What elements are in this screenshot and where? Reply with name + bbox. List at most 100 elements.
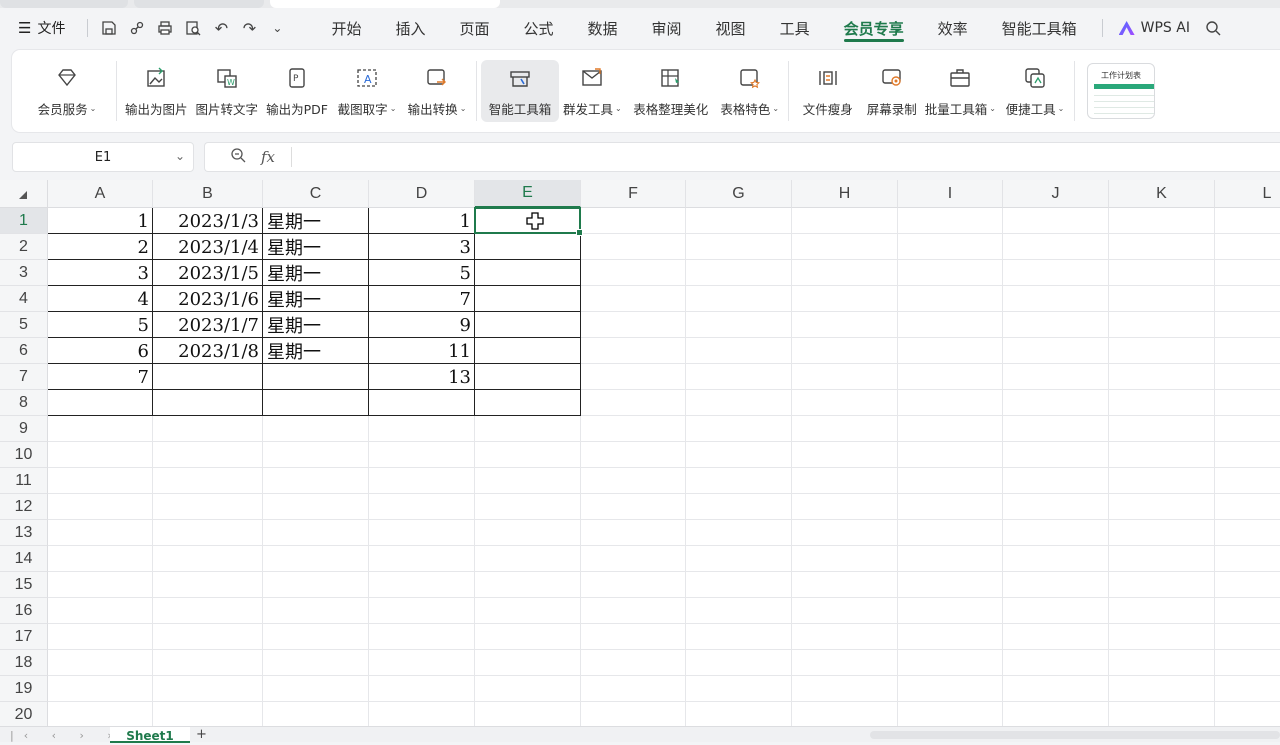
search-icon[interactable] (1200, 15, 1226, 41)
column-header-L[interactable]: L (1215, 180, 1280, 208)
cell-B3[interactable]: 2023/1/5 (153, 260, 263, 286)
print-icon[interactable] (152, 15, 178, 41)
cell-B1[interactable]: 2023/1/3 (153, 208, 263, 234)
row-header-9[interactable]: 9 (0, 416, 48, 442)
window-tab[interactable] (0, 0, 128, 8)
ribbon-button-2[interactable]: W 图片转文字 (192, 60, 263, 122)
cell-D7[interactable]: 13 (369, 364, 475, 390)
row-header-5[interactable]: 5 (0, 312, 48, 338)
cell-C2[interactable]: 星期一 (263, 234, 369, 260)
cell-B2[interactable]: 2023/1/4 (153, 234, 263, 260)
cell-A3[interactable]: 3 (48, 260, 153, 286)
tab-8[interactable]: 会员专享 (827, 8, 921, 48)
row-header-6[interactable]: 6 (0, 338, 48, 364)
column-header-B[interactable]: B (153, 180, 263, 208)
cell-C8[interactable] (263, 390, 369, 416)
cell-E7[interactable] (475, 364, 581, 390)
cell-A8[interactable] (48, 390, 153, 416)
spreadsheet-grid[interactable]: A B C D E F G H I J K L 1 2 3 4 5 6 7 8 9 10 11 12 13 14 15 16 17 18 1… (0, 180, 1280, 726)
row-header-1[interactable]: 1 (0, 208, 48, 234)
cell-B7[interactable] (153, 364, 263, 390)
select-all-corner[interactable] (0, 180, 48, 208)
cell-C5[interactable]: 星期一 (263, 312, 369, 338)
horizontal-scrollbar[interactable] (870, 731, 1280, 739)
add-sheet-button[interactable]: + (196, 727, 207, 742)
row-header-4[interactable]: 4 (0, 286, 48, 312)
tab-0[interactable]: 开始 (314, 8, 378, 48)
tab-9[interactable]: 效率 (921, 8, 985, 48)
cell-B6[interactable]: 2023/1/8 (153, 338, 263, 364)
chevron-down-icon[interactable]: ⌄ (264, 15, 290, 41)
save-icon[interactable] (96, 15, 122, 41)
zoom-formula-icon[interactable] (223, 147, 253, 167)
cell-E4[interactable] (475, 286, 581, 312)
cell-A5[interactable]: 5 (48, 312, 153, 338)
row-header-20[interactable]: 20 (0, 702, 48, 726)
cell-E6[interactable] (475, 338, 581, 364)
ribbon-button-4[interactable]: A 截图取字 ⌄ (332, 60, 402, 122)
cell-A6[interactable]: 6 (48, 338, 153, 364)
cell-E5[interactable] (475, 312, 581, 338)
tab-6[interactable]: 视图 (699, 8, 763, 48)
tab-2[interactable]: 页面 (442, 8, 506, 48)
column-header-C[interactable]: C (263, 180, 369, 208)
row-header-18[interactable]: 18 (0, 650, 48, 676)
ribbon-button-1[interactable]: 输出为图片 (121, 60, 192, 122)
ribbon-button-7[interactable]: 群发工具 ⌄ (559, 60, 626, 122)
row-header-14[interactable]: 14 (0, 546, 48, 572)
row-header-8[interactable]: 8 (0, 390, 48, 416)
row-header-15[interactable]: 15 (0, 572, 48, 598)
insert-function-icon[interactable]: fx (253, 148, 283, 166)
window-tab-active[interactable] (270, 0, 500, 8)
ribbon-button-11[interactable]: 屏幕录制 (863, 60, 921, 122)
ribbon-button-13[interactable]: 便捷工具 ⌄ (1000, 60, 1070, 122)
window-tab[interactable] (134, 0, 264, 8)
formula-input-area[interactable]: fx (204, 142, 1280, 172)
column-header-K[interactable]: K (1109, 180, 1215, 208)
cell-D5[interactable]: 9 (369, 312, 475, 338)
row-header-7[interactable]: 7 (0, 364, 48, 390)
ribbon-button-10[interactable]: 文件瘦身 (793, 60, 863, 122)
column-header-E[interactable]: E (475, 180, 581, 208)
redo-icon[interactable]: ↷ (236, 15, 262, 41)
ribbon-button-3[interactable]: P 输出为PDF (262, 60, 332, 122)
cell-B4[interactable]: 2023/1/6 (153, 286, 263, 312)
ribbon-button-0[interactable]: 会员服务 ⌄ (22, 60, 112, 122)
tab-4[interactable]: 数据 (571, 8, 635, 48)
column-header-I[interactable]: I (898, 180, 1003, 208)
template-thumbnail[interactable]: 工作计划表 (1086, 63, 1155, 119)
cell-E3[interactable] (475, 260, 581, 286)
row-header-2[interactable]: 2 (0, 234, 48, 260)
column-header-G[interactable]: G (686, 180, 792, 208)
file-menu[interactable]: ☰ 文件 (18, 18, 65, 38)
tab-5[interactable]: 审阅 (635, 8, 699, 48)
tab-1[interactable]: 插入 (378, 8, 442, 48)
row-header-12[interactable]: 12 (0, 494, 48, 520)
ribbon-button-9[interactable]: 表格特色 ⌄ (716, 60, 784, 122)
row-header-10[interactable]: 10 (0, 442, 48, 468)
ribbon-button-12[interactable]: 批量工具箱 ⌄ (921, 60, 1000, 122)
cell-C7[interactable] (263, 364, 369, 390)
tab-7[interactable]: 工具 (763, 8, 827, 48)
cell-A1[interactable]: 1 (48, 208, 153, 234)
cell-A7[interactable]: 7 (48, 364, 153, 390)
name-box[interactable]: E1 ⌄ (12, 142, 194, 172)
column-header-F[interactable]: F (581, 180, 686, 208)
cell-C4[interactable]: 星期一 (263, 286, 369, 312)
cell-D3[interactable]: 5 (369, 260, 475, 286)
print-preview-icon[interactable] (180, 15, 206, 41)
tab-3[interactable]: 公式 (507, 8, 571, 48)
column-header-D[interactable]: D (369, 180, 475, 208)
cell-E2[interactable] (475, 234, 581, 260)
ribbon-button-6[interactable]: 智能工具箱 (481, 60, 560, 122)
cell-C3[interactable]: 星期一 (263, 260, 369, 286)
cell-D8[interactable] (369, 390, 475, 416)
cell-D1[interactable]: 1 (369, 208, 475, 234)
column-header-A[interactable]: A (48, 180, 153, 208)
ribbon-button-5[interactable]: 输出转换 ⌄ (402, 60, 472, 122)
cell-C1[interactable]: 星期一 (263, 208, 369, 234)
sheet-tab[interactable]: Sheet1 (110, 727, 190, 743)
cell-D2[interactable]: 3 (369, 234, 475, 260)
ribbon-button-8[interactable]: 表格整理美化 (626, 60, 716, 122)
cell-B8[interactable] (153, 390, 263, 416)
